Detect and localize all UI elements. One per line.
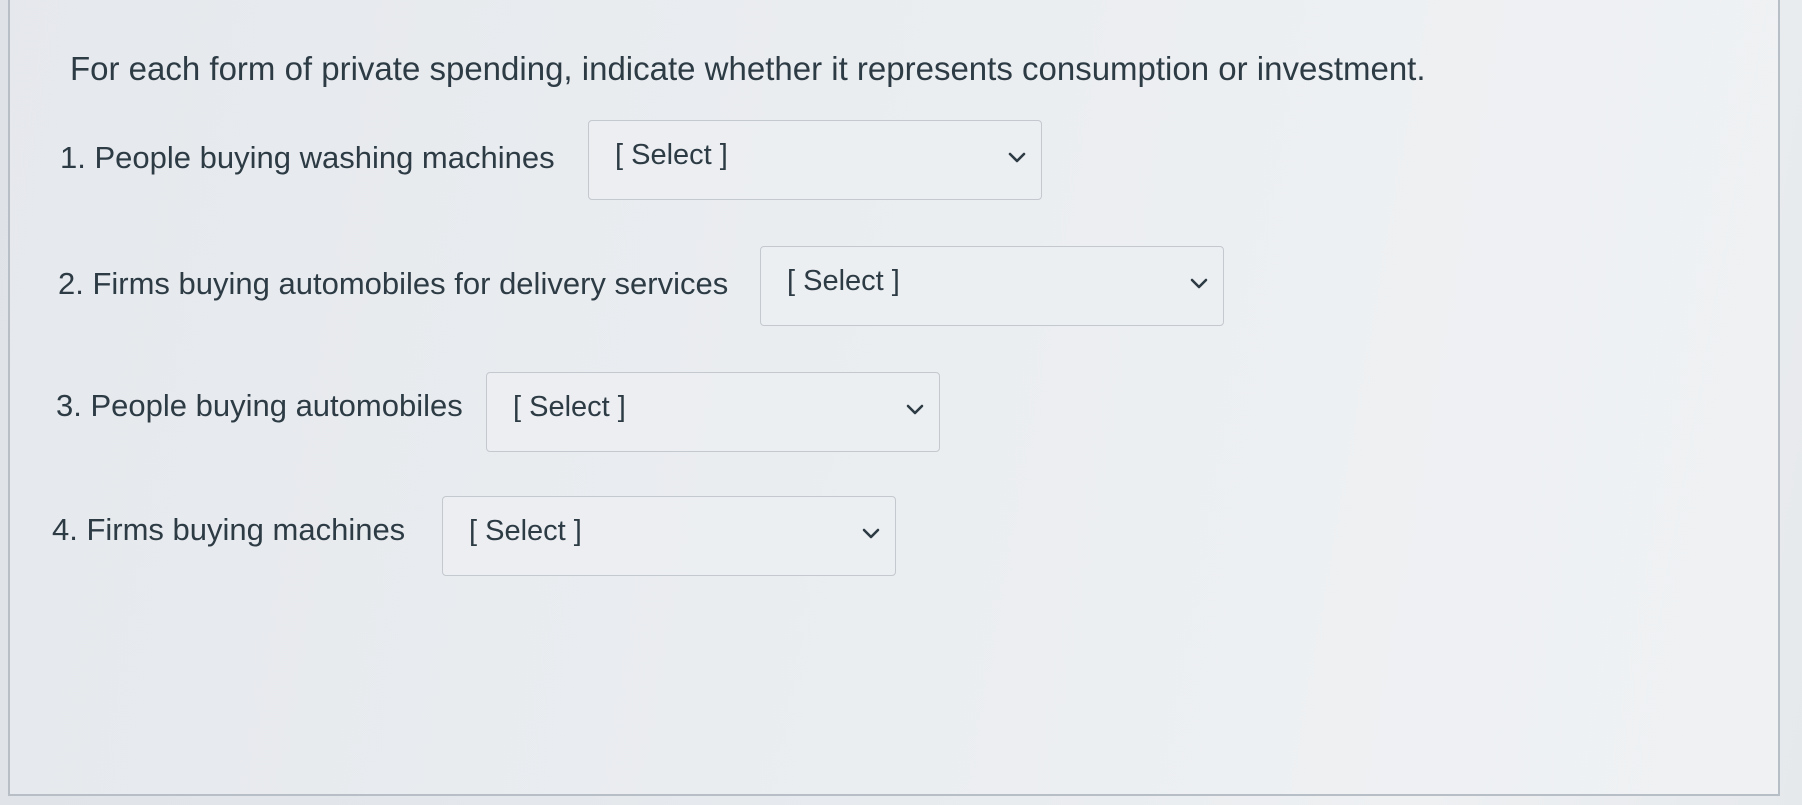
question-2-select[interactable]: [ Select ] [760,246,1224,326]
question-1-label: 1. People buying washing machines [60,140,555,175]
question-1-select[interactable]: [ Select ] [588,120,1042,200]
question-4-label: 4. Firms buying machines [52,512,406,547]
question-4-selected-value: [ Select ] [469,515,582,547]
question-prompt: For each form of private spending, indic… [70,50,1426,87]
chevron-down-icon [1005,149,1029,167]
chevron-down-icon [903,401,927,419]
question-2-label: 2. Firms buying automobiles for delivery… [58,266,729,301]
screen-background: For each form of private spending, indic… [0,0,1802,805]
question-3-select[interactable]: [ Select ] [486,372,940,452]
question-3-selected-value: [ Select ] [513,391,626,423]
question-4-select[interactable]: [ Select ] [442,496,896,576]
quiz-question-panel: For each form of private spending, indic… [8,0,1780,796]
chevron-down-icon [859,525,883,543]
chevron-down-icon [1187,275,1211,293]
question-2-selected-value: [ Select ] [787,265,900,297]
question-3-label: 3. People buying automobiles [56,388,463,423]
question-1-selected-value: [ Select ] [615,139,728,171]
